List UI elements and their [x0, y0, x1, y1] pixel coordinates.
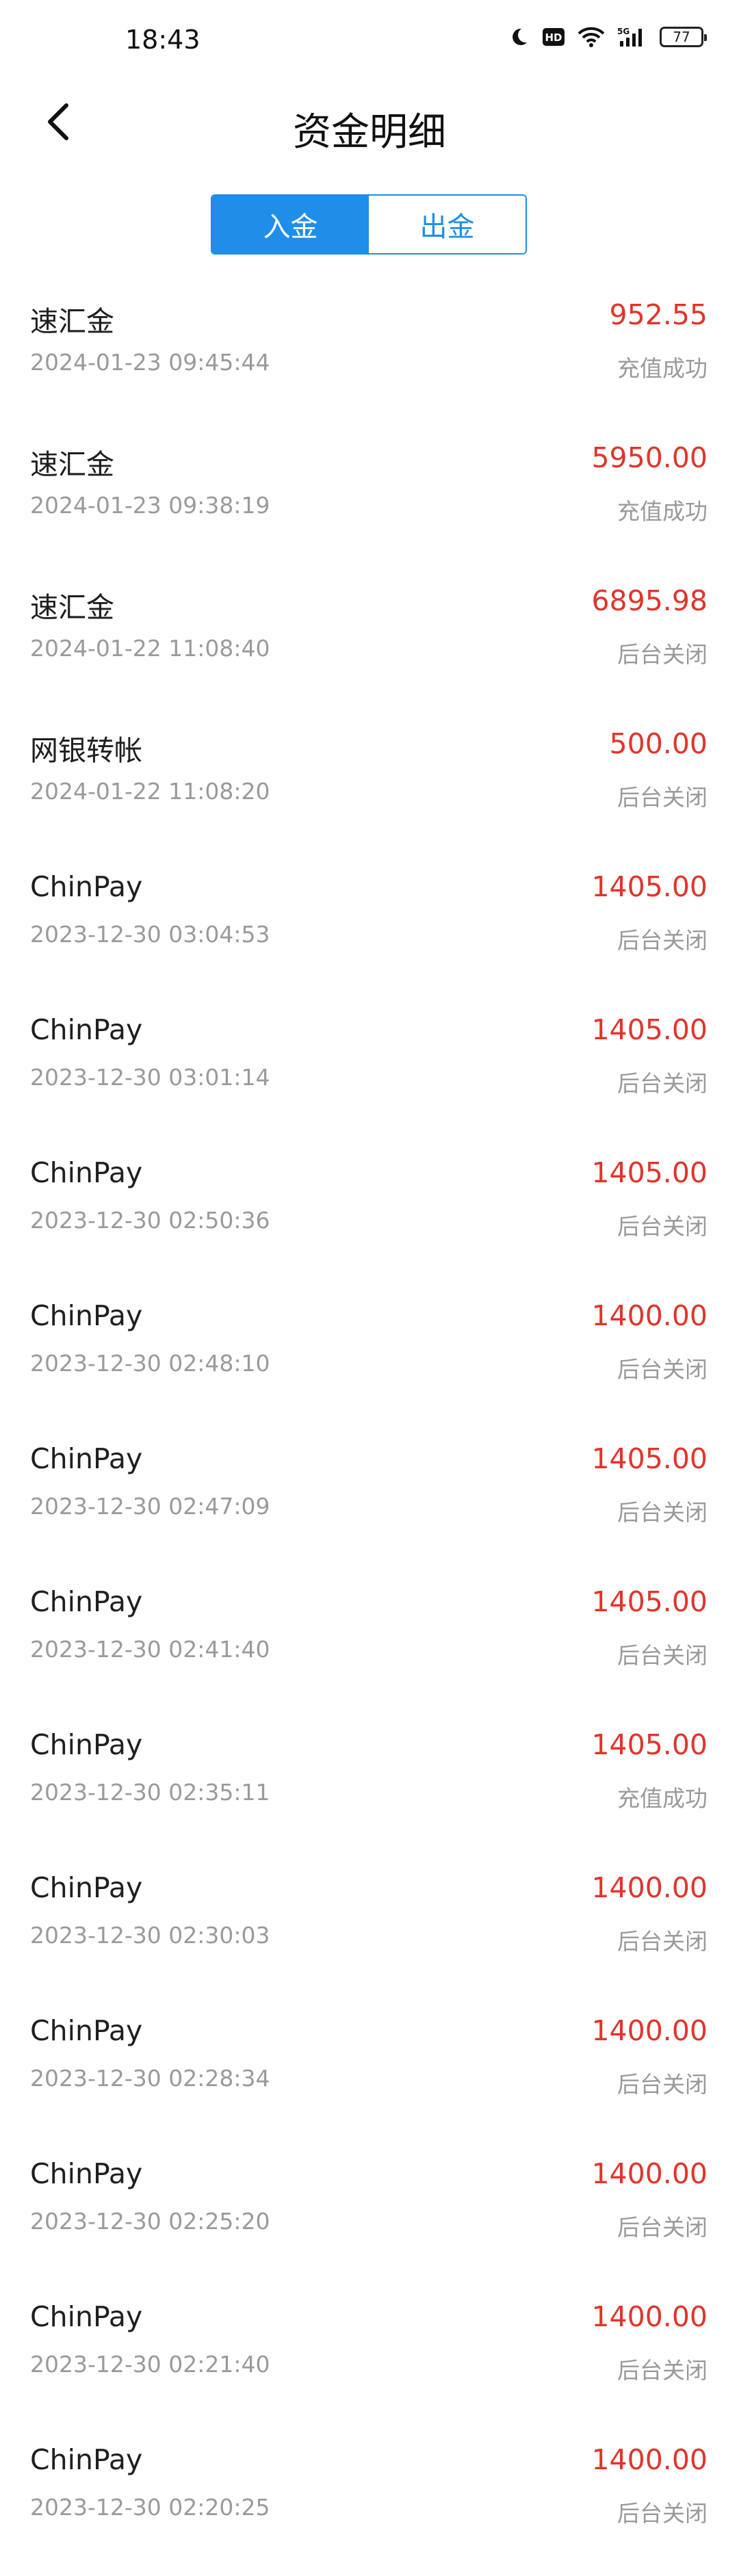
- record-time: 2023-12-30 02:20:25: [30, 2494, 270, 2521]
- record-time: 2023-12-30 02:28:34: [30, 2065, 270, 2092]
- list-item[interactable]: 速汇金 2024-01-23 09:38:19 5950.00 充值成功: [0, 424, 739, 567]
- record-amount: 1405.00: [591, 1442, 708, 1475]
- list-item[interactable]: ChinPay 2023-12-30 03:04:53 1405.00 后台关闭: [0, 853, 739, 996]
- 5g-signal-icon: 5G: [617, 26, 647, 48]
- record-amount: 6895.98: [591, 584, 708, 617]
- list-item[interactable]: ChinPay 2023-12-30 02:30:03 1400.00 后台关闭: [0, 1853, 739, 1996]
- nav-bar: 资金明细: [0, 82, 739, 171]
- record-time: 2023-12-30 03:01:14: [30, 1064, 270, 1091]
- record-time: 2023-12-30 02:48:10: [30, 1350, 270, 1377]
- record-amount: 1405.00: [591, 870, 708, 903]
- record-name: ChinPay: [30, 1585, 143, 1618]
- wifi-icon: [578, 26, 605, 48]
- list-item[interactable]: ChinPay 2023-12-30 02:20:25 1400.00 后台关闭: [0, 2425, 739, 2568]
- record-name: ChinPay: [30, 2443, 143, 2476]
- record-time: 2024-01-22 11:08:40: [30, 635, 270, 662]
- record-status: 后台关闭: [617, 641, 708, 668]
- list-item[interactable]: ChinPay 2023-12-30 02:48:10 1400.00 后台关闭: [0, 1282, 739, 1424]
- list-item[interactable]: ChinPay 2023-12-30 03:01:14 1405.00 后台关闭: [0, 996, 739, 1139]
- record-time: 2024-01-23 09:38:19: [30, 492, 270, 519]
- record-time: 2023-12-30 02:41:40: [30, 1636, 270, 1663]
- record-amount: 1400.00: [591, 2157, 708, 2190]
- record-name: 速汇金: [30, 305, 114, 338]
- record-name: 速汇金: [30, 591, 114, 624]
- record-status: 后台关闭: [617, 1499, 708, 1526]
- record-amount: 1400.00: [591, 1299, 708, 1332]
- record-time: 2023-12-30 02:47:09: [30, 1493, 270, 1520]
- record-amount: 1405.00: [591, 1156, 708, 1189]
- list-item[interactable]: ChinPay 2023-12-30 02:28:34 1400.00 后台关闭: [0, 1996, 739, 2139]
- tab-deposit[interactable]: 入金: [212, 196, 369, 253]
- record-name: 速汇金: [30, 448, 114, 481]
- record-status: 后台关闭: [617, 1213, 708, 1240]
- list-item[interactable]: 速汇金 2024-01-22 11:08:40 6895.98 后台关闭: [0, 567, 739, 710]
- page-title: 资金明细: [293, 110, 446, 155]
- record-status: 后台关闭: [617, 2500, 708, 2527]
- list-item[interactable]: 网银转帐 2024-01-22 11:08:20 500.00 后台关闭: [0, 710, 739, 853]
- record-name: 网银转帐: [30, 734, 142, 767]
- tab-withdraw[interactable]: 出金: [369, 196, 526, 253]
- hd-icon: HD: [542, 27, 565, 47]
- list-item[interactable]: ChinPay 2023-12-30 02:50:36 1405.00 后台关闭: [0, 1139, 739, 1282]
- record-time: 2023-12-30 02:25:20: [30, 2208, 270, 2235]
- record-status: 充值成功: [617, 355, 708, 382]
- moon-icon: [508, 26, 530, 48]
- record-name: ChinPay: [30, 870, 143, 903]
- tab-switch: 入金 出金: [211, 194, 527, 255]
- list-item[interactable]: ChinPay 2023-12-30 02:41:40 1405.00 后台关闭: [0, 1567, 739, 1710]
- svg-text:5G: 5G: [617, 27, 630, 36]
- record-time: 2023-12-30 02:50:36: [30, 1207, 270, 1234]
- battery-icon: 77: [660, 27, 707, 47]
- record-status: 后台关闭: [617, 2357, 708, 2384]
- record-status: 后台关闭: [617, 1356, 708, 1383]
- record-name: ChinPay: [30, 1871, 143, 1904]
- record-amount: 952.55: [609, 298, 708, 331]
- svg-text:HD: HD: [545, 31, 562, 44]
- record-amount: 1400.00: [591, 2300, 708, 2333]
- list-item[interactable]: ChinPay 2023-12-30 02:21:40 1400.00 后台关闭: [0, 2282, 739, 2425]
- record-status: 后台关闭: [617, 2071, 708, 2098]
- list-item[interactable]: ChinPay 2023-12-30 02:35:11 1405.00 充值成功: [0, 1710, 739, 1853]
- record-name: ChinPay: [30, 1156, 143, 1189]
- record-name: ChinPay: [30, 1728, 143, 1761]
- record-name: ChinPay: [30, 2014, 143, 2047]
- record-amount: 1405.00: [591, 1013, 708, 1046]
- record-list: 速汇金 2024-01-23 09:45:44 952.55 充值成功 速汇金 …: [0, 281, 739, 2568]
- record-time: 2023-12-30 02:30:03: [30, 1922, 270, 1949]
- record-time: 2024-01-23 09:45:44: [30, 349, 270, 376]
- record-time: 2023-12-30 02:21:40: [30, 2351, 270, 2378]
- record-amount: 5950.00: [591, 441, 708, 474]
- record-time: 2023-12-30 03:04:53: [30, 921, 270, 948]
- record-amount: 1405.00: [591, 1728, 708, 1761]
- list-item[interactable]: 速汇金 2024-01-23 09:45:44 952.55 充值成功: [0, 281, 739, 424]
- record-status: 充值成功: [617, 1785, 708, 1812]
- status-icons: HD 5G 77: [508, 26, 707, 48]
- record-status: 后台关闭: [617, 1928, 708, 1955]
- record-name: ChinPay: [30, 2300, 143, 2333]
- record-amount: 1400.00: [591, 2443, 708, 2476]
- record-name: ChinPay: [30, 1299, 143, 1332]
- record-amount: 500.00: [609, 727, 708, 760]
- list-item[interactable]: ChinPay 2023-12-30 02:25:20 1400.00 后台关闭: [0, 2139, 739, 2282]
- record-name: ChinPay: [30, 2157, 143, 2190]
- record-name: ChinPay: [30, 1442, 143, 1475]
- list-item[interactable]: ChinPay 2023-12-30 02:47:09 1405.00 后台关闭: [0, 1424, 739, 1567]
- record-status: 后台关闭: [617, 927, 708, 954]
- status-time: 18:43: [125, 25, 200, 55]
- record-status: 后台关闭: [617, 784, 708, 811]
- status-bar: 18:43 HD 5G 77: [0, 0, 739, 75]
- record-status: 后台关闭: [617, 1642, 708, 1669]
- record-status: 充值成功: [617, 498, 708, 525]
- record-name: ChinPay: [30, 1013, 143, 1046]
- record-amount: 1405.00: [591, 1585, 708, 1618]
- record-status: 后台关闭: [617, 2214, 708, 2241]
- record-amount: 1400.00: [591, 2014, 708, 2047]
- record-time: 2023-12-30 02:35:11: [30, 1779, 270, 1806]
- record-status: 后台关闭: [617, 1070, 708, 1097]
- record-amount: 1400.00: [591, 1871, 708, 1904]
- record-time: 2024-01-22 11:08:20: [30, 778, 270, 805]
